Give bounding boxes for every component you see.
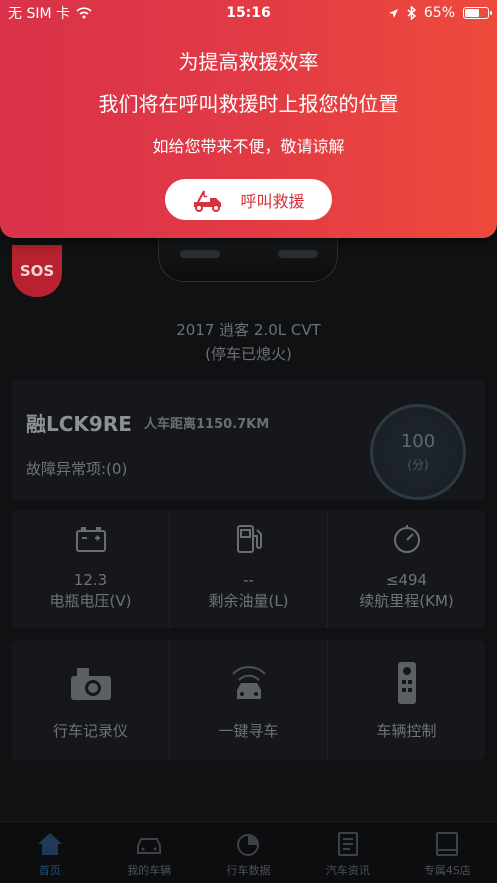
remote-control-icon xyxy=(397,662,416,704)
health-score: 100 xyxy=(400,431,436,452)
battery-percent: 65% xyxy=(423,5,455,21)
tab-label: 我的车辆 xyxy=(127,864,172,877)
car-state: (停车已熄火) xyxy=(205,345,292,363)
stat-fuel[interactable]: -- 剩余油量(L) xyxy=(170,510,328,628)
sos-button[interactable]: SOS xyxy=(12,245,62,297)
notice-line-1: 为提高救援效率 xyxy=(178,50,319,74)
stat-label: 电瓶电压(V) xyxy=(49,592,132,610)
carrier-label: 无 SIM 卡 xyxy=(8,6,70,22)
find-car-icon xyxy=(231,666,266,699)
vehicle-health-card[interactable]: 融LCK9RE 人车距离1150.7KM 故障异常项:(0) 100 (分) xyxy=(12,380,485,500)
call-rescue-label: 呼叫救援 xyxy=(240,191,305,211)
tab-home[interactable]: 首页 xyxy=(0,822,99,883)
tab-label: 行车数据 xyxy=(226,864,271,877)
tool-label: 车辆控制 xyxy=(376,722,437,740)
tool-grid: 行车记录仪 一键寻车 车辆控制 xyxy=(12,640,485,760)
tab-driving-data[interactable]: 行车数据 xyxy=(199,822,298,883)
tow-truck-icon xyxy=(194,190,222,212)
app-screen: SOS 2017 逍客 2.0L CVT (停车已熄火) 融LCK9RE 人车距… xyxy=(0,0,497,883)
tool-find-car[interactable]: 一键寻车 xyxy=(170,640,328,760)
4s-store-icon xyxy=(436,832,459,856)
stat-label: 续航里程(KM) xyxy=(359,592,454,610)
battery-icon xyxy=(75,527,106,552)
dashcam-icon xyxy=(70,668,111,700)
tab-label: 专属4S店 xyxy=(423,864,471,877)
bluetooth-icon xyxy=(407,6,416,20)
tab-car-news[interactable]: 汽车资讯 xyxy=(298,822,397,883)
fuel-pump-icon xyxy=(236,525,262,553)
status-bar: 无 SIM 卡 15:16 65% xyxy=(0,0,497,26)
tab-bar: 首页 我的车辆 行车数据 汽车资讯 专属4S店 xyxy=(0,821,497,883)
car-info: 2017 逍客 2.0L CVT (停车已熄火) xyxy=(0,318,497,366)
health-score-unit: (分) xyxy=(407,458,429,472)
tool-label: 一键寻车 xyxy=(218,722,279,740)
tab-4s-store[interactable]: 专属4S店 xyxy=(398,822,497,883)
stat-value: ≤494 xyxy=(385,571,428,589)
car-icon xyxy=(137,838,162,854)
tab-label: 首页 xyxy=(38,864,61,877)
wifi-icon xyxy=(76,7,92,19)
tab-my-vehicle[interactable]: 我的车辆 xyxy=(99,822,198,883)
car-headlight-left xyxy=(180,250,220,258)
stat-range[interactable]: ≤494 续航里程(KM) xyxy=(328,510,485,628)
notice-line-2: 我们将在呼叫救援时上报您的位置 xyxy=(98,92,399,116)
tool-dashcam[interactable]: 行车记录仪 xyxy=(12,640,170,760)
stat-value: 12.3 xyxy=(73,571,108,589)
car-headlight-right xyxy=(278,250,318,258)
range-gauge-icon xyxy=(393,525,420,553)
stat-label: 剩余油量(L) xyxy=(208,592,289,610)
fault-count: 故障异常项:(0) xyxy=(26,460,128,478)
location-notice-banner: 无 SIM 卡 15:16 65% 为提高救援效率 我们将在呼叫救援时上报您的位… xyxy=(0,0,497,238)
home-icon xyxy=(37,833,62,855)
tool-label: 行车记录仪 xyxy=(52,722,128,740)
notice-line-3: 如给您带来不便，敬请谅解 xyxy=(152,137,345,156)
call-rescue-button[interactable]: 呼叫救援 xyxy=(165,179,332,220)
stat-battery-voltage[interactable]: 12.3 电瓶电压(V) xyxy=(12,510,170,628)
vehicle-stats: 12.3 电瓶电压(V) -- 剩余油量(L) ≤494 续航里程(KM) xyxy=(12,510,485,628)
news-icon xyxy=(337,832,358,856)
tab-label: 汽车资讯 xyxy=(325,864,370,877)
tool-vehicle-control[interactable]: 车辆控制 xyxy=(328,640,485,760)
car-model: 2017 逍客 2.0L CVT xyxy=(176,321,321,339)
stat-value: -- xyxy=(243,571,254,589)
license-plate: 融LCK9RE xyxy=(26,412,132,436)
location-arrow-icon xyxy=(388,8,398,18)
pie-chart-icon xyxy=(236,834,259,856)
car-distance: 人车距离1150.7KM xyxy=(144,417,270,432)
health-score-circle[interactable]: 100 (分) xyxy=(370,404,466,500)
battery-status-icon xyxy=(463,7,492,19)
